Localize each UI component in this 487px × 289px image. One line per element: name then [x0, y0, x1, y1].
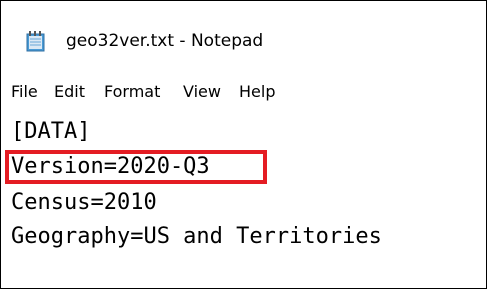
notepad-icon[interactable]	[26, 31, 46, 52]
text-editor-area[interactable]: [DATA] Version=2020-Q3 Census=2010 Geogr…	[1, 109, 486, 288]
window-title: geo32ver.txt - Notepad	[66, 31, 264, 51]
text-line-data-header: [DATA]	[11, 119, 91, 144]
menu-edit[interactable]: Edit	[54, 81, 85, 103]
menu-view[interactable]: View	[183, 81, 221, 103]
notepad-window: geo32ver.txt - Notepad File Edit Format …	[0, 0, 487, 289]
title-bar: geo32ver.txt - Notepad	[1, 1, 486, 63]
version-highlight-box	[5, 150, 267, 184]
menu-bar: File Edit Format View Help	[1, 77, 486, 107]
menu-help[interactable]: Help	[239, 81, 275, 103]
menu-file[interactable]: File	[11, 81, 38, 103]
text-line-geography: Geography=US and Territories	[11, 224, 382, 249]
menu-format[interactable]: Format	[104, 81, 160, 103]
text-line-census: Census=2010	[11, 190, 157, 215]
